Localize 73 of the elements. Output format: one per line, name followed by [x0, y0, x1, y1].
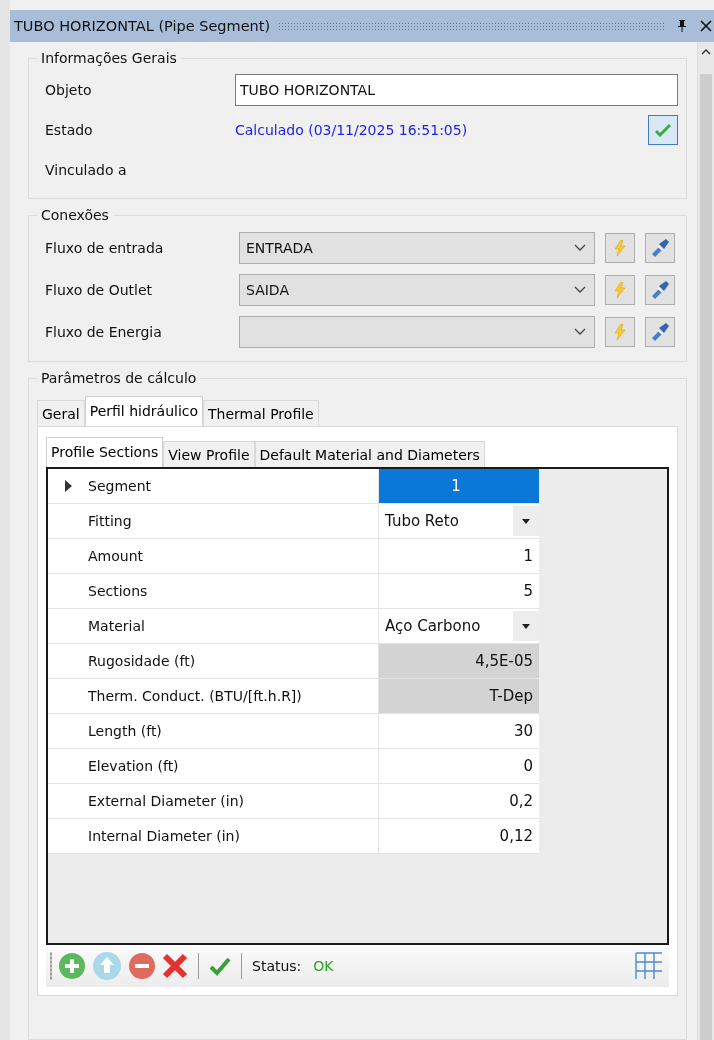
property-label: External Diameter (in) [88, 784, 379, 819]
checkmark-icon[interactable] [209, 956, 231, 976]
row-header[interactable] [48, 469, 88, 504]
grid-icon[interactable] [635, 952, 663, 980]
property-label: Length (ft) [88, 714, 379, 749]
connector-icon [650, 238, 670, 258]
tab[interactable]: View Profile [163, 441, 255, 467]
lightning-button[interactable] [605, 233, 635, 263]
connector-icon [650, 280, 670, 300]
value-cell[interactable]: 5 [379, 574, 539, 609]
property-label: Fitting [88, 504, 379, 539]
window-title: TUBO HORIZONTAL (Pipe Segment) [14, 18, 271, 34]
property-label: Rugosidade (ft) [88, 644, 379, 679]
tab[interactable]: Profile Sections [46, 437, 164, 467]
connect-button[interactable] [645, 233, 675, 263]
property-label: Internal Diameter (in) [88, 819, 379, 854]
value-cell[interactable]: T-Dep [379, 679, 539, 714]
add-icon[interactable] [58, 952, 86, 980]
field-label: Objeto [44, 82, 93, 98]
chevron-down-icon [574, 328, 586, 336]
value-cell[interactable]: 4,5E-05 [379, 644, 539, 679]
chevron-down-icon [574, 286, 586, 294]
connector-icon [650, 322, 670, 342]
checkmark-icon [655, 123, 671, 137]
tab[interactable]: Geral [37, 400, 85, 426]
delete-icon[interactable] [162, 953, 188, 979]
field-label: Fluxo de Outlet [44, 282, 153, 298]
tab[interactable]: Perfil hidráulico [84, 396, 204, 426]
property-label: Amount [88, 539, 379, 574]
tab[interactable]: Default Material and Diameters [254, 441, 485, 467]
field-label: Vinculado a [44, 162, 128, 178]
value-cell[interactable]: 0 [379, 749, 539, 784]
status-text: Calculado (03/11/2025 16:51:05) [235, 122, 469, 138]
value-cell[interactable]: 1 [379, 539, 539, 574]
chevron-down-icon [574, 244, 586, 252]
property-label: Elevation (ft) [88, 749, 379, 784]
close-icon[interactable] [698, 20, 714, 32]
value-cell[interactable]: 30 [379, 714, 539, 749]
dropdown-cell[interactable]: Aço Carbono [379, 609, 539, 644]
field-label: Fluxo de entrada [44, 240, 165, 256]
stream-dropdown[interactable] [239, 316, 595, 348]
scrollbar-thumb[interactable] [700, 74, 712, 1040]
lightning-button[interactable] [605, 275, 635, 305]
field-label: Fluxo de Energia [44, 324, 163, 340]
group-title: Parâmetros de cálculo [40, 370, 198, 386]
property-label: Material [88, 609, 379, 644]
dropdown-arrow-icon [522, 623, 530, 629]
value-cell[interactable]: 0,2 [379, 784, 539, 819]
lightning-button[interactable] [605, 317, 635, 347]
object-name-field[interactable]: TUBO HORIZONTAL [235, 74, 678, 106]
property-label: Sections [88, 574, 379, 609]
remove-icon[interactable] [128, 952, 156, 980]
group-title: Informações Gerais [40, 50, 178, 66]
dropdown-arrow-icon [522, 518, 530, 524]
lightning-icon [613, 324, 627, 340]
status-label: Status: [252, 958, 302, 974]
property-label: Segment [88, 469, 379, 504]
group-title: Conexões [40, 207, 110, 223]
connect-button[interactable] [645, 275, 675, 305]
tab[interactable]: Thermal Profile [203, 400, 319, 426]
value-cell[interactable]: 1 [379, 469, 539, 504]
stream-dropdown[interactable]: SAIDA [239, 274, 595, 306]
lightning-icon [613, 240, 627, 256]
field-label: Estado [44, 122, 94, 138]
status-value: OK [313, 958, 334, 974]
dropdown-cell[interactable]: Tubo Reto [379, 504, 539, 539]
lightning-icon [613, 282, 627, 298]
check-button[interactable] [648, 115, 678, 145]
connect-button[interactable] [645, 317, 675, 347]
value-cell[interactable]: 0,12 [379, 819, 539, 854]
property-label: Therm. Conduct. (BTU/[ft.h.R]) [88, 679, 379, 714]
scroll-up-icon[interactable] [701, 48, 711, 56]
stream-dropdown[interactable]: ENTRADA [239, 232, 595, 264]
